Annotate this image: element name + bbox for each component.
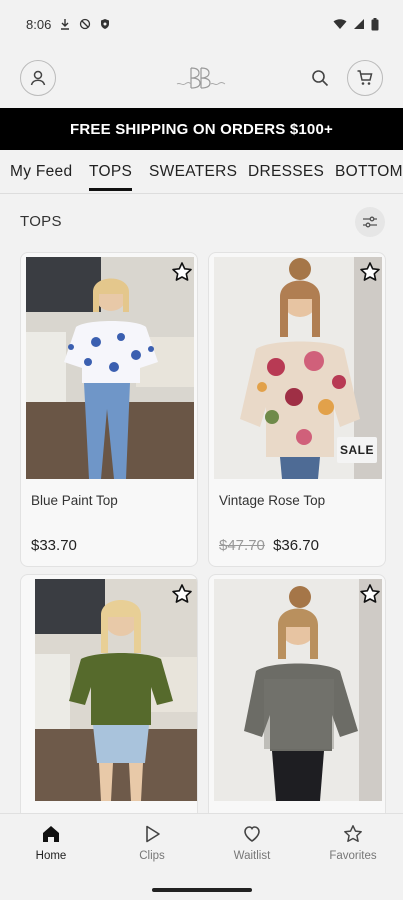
nav-label: Favorites — [329, 850, 377, 862]
wifi-icon — [333, 19, 347, 29]
tab-sweaters[interactable]: SWEATERS — [149, 150, 238, 193]
brand-logo-mark — [176, 67, 226, 89]
account-button[interactable] — [20, 60, 56, 96]
cart-button[interactable] — [347, 60, 383, 96]
nav-waitlist[interactable]: Waitlist — [212, 824, 292, 874]
status-time: 8:06 — [26, 16, 52, 32]
tab-label: My Feed — [10, 163, 73, 180]
section-header: TOPS — [0, 198, 403, 246]
product-photo — [35, 579, 197, 801]
tab-label: TOPS — [89, 163, 133, 180]
search-icon — [312, 70, 329, 87]
star-icon — [344, 825, 362, 842]
product-current-price: $36.70 — [273, 537, 319, 554]
shield-icon — [101, 19, 110, 29]
product-current-price: $33.70 — [31, 537, 77, 554]
nav-label: Clips — [139, 850, 165, 862]
nav-clips[interactable]: Clips — [112, 824, 192, 874]
nav-favorites[interactable]: Favorites — [313, 824, 393, 874]
section-title: TOPS — [20, 213, 62, 230]
tab-label: BOTTOMS — [335, 163, 403, 180]
filter-icon — [363, 216, 377, 228]
product-image[interactable] — [214, 579, 382, 801]
download-icon — [61, 19, 70, 30]
product-card[interactable]: SALE Vintage Rose Top $47.70 $36.70 — [208, 252, 386, 567]
filter-button[interactable] — [355, 207, 385, 237]
battery-icon — [371, 17, 379, 30]
brand-logo[interactable] — [165, 62, 237, 96]
app-header — [0, 54, 403, 104]
product-price: $47.70 $36.70 — [219, 537, 319, 554]
status-bar: 8:06 — [0, 0, 403, 48]
favorite-star-icon[interactable] — [359, 261, 381, 283]
favorite-star-icon[interactable] — [171, 261, 193, 283]
product-photo — [214, 579, 382, 801]
product-card[interactable] — [20, 574, 198, 834]
category-tabs: My Feed TOPS SWEATERS DRESSES BOTTOMS — [0, 150, 403, 194]
product-name[interactable]: Blue Paint Top — [31, 493, 118, 508]
tab-dresses[interactable]: DRESSES — [248, 150, 325, 193]
no-disturb-icon — [80, 18, 91, 30]
search-button[interactable] — [308, 66, 332, 90]
product-image[interactable] — [35, 579, 197, 801]
favorite-star-icon[interactable] — [171, 583, 193, 605]
home-indicator — [152, 888, 252, 892]
nav-label: Waitlist — [233, 850, 271, 862]
nav-home[interactable]: Home — [11, 824, 91, 874]
signal-icon — [354, 19, 364, 29]
tab-bottoms[interactable]: BOTTOMS — [335, 150, 403, 193]
tab-tops[interactable]: TOPS — [89, 150, 133, 193]
user-icon — [30, 70, 46, 86]
product-original-price: $47.70 — [219, 537, 265, 554]
sale-badge-label: SALE — [339, 443, 374, 457]
product-photo — [26, 257, 194, 479]
favorite-star-icon[interactable] — [359, 583, 381, 605]
sale-badge: SALE — [337, 437, 377, 463]
home-icon — [43, 826, 59, 842]
tab-my-feed[interactable]: My Feed — [10, 150, 73, 193]
product-price: $33.70 — [31, 537, 77, 554]
bottom-navigation: Home Clips Waitlist Favorites — [0, 813, 403, 900]
play-icon — [146, 825, 160, 843]
tab-label: SWEATERS — [149, 163, 238, 180]
free-shipping-banner: FREE SHIPPING ON ORDERS $100+ — [0, 108, 403, 150]
tab-label: DRESSES — [248, 163, 325, 180]
heart-icon — [244, 826, 260, 842]
banner-text: FREE SHIPPING ON ORDERS $100+ — [70, 120, 333, 138]
nav-label: Home — [35, 850, 67, 862]
product-card[interactable] — [208, 574, 386, 834]
product-name[interactable]: Vintage Rose Top — [219, 493, 325, 508]
product-card[interactable]: Blue Paint Top $33.70 — [20, 252, 198, 567]
cart-icon — [357, 70, 373, 85]
product-image[interactable] — [26, 257, 194, 479]
